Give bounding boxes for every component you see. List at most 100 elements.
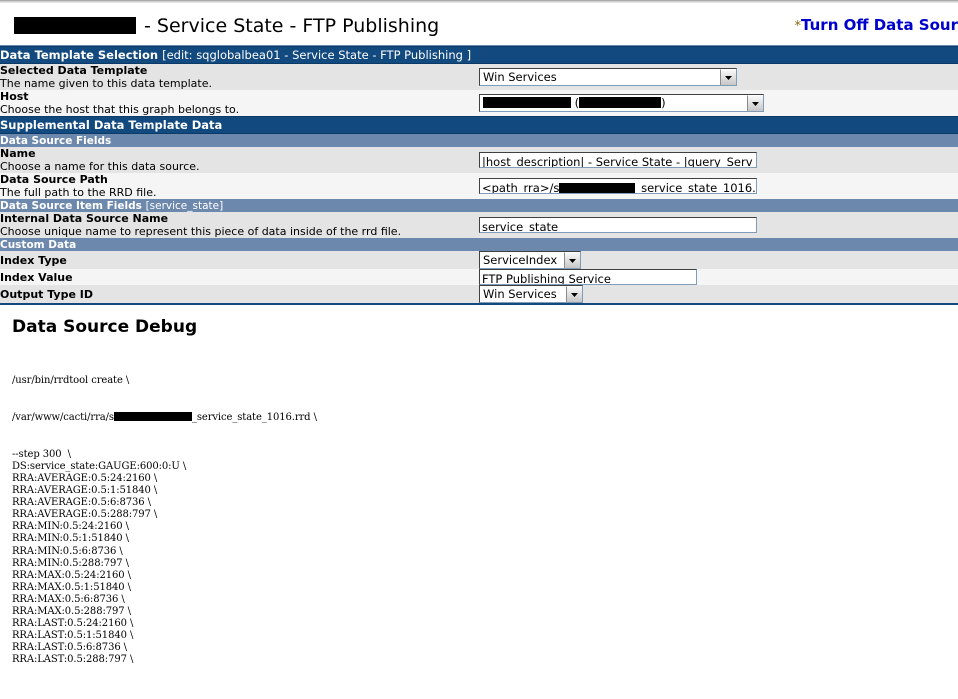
debug-line: RRA:MAX:0.5:1:51840 \ [12, 581, 131, 593]
field-label: Internal Data Source Name [0, 212, 169, 225]
field-description: The full path to the RRD file. [0, 186, 157, 199]
field-selected-data-template: Win Services [479, 63, 958, 90]
debug-line-list: --step 300 \ DS:service_state:GAUGE:600:0… [12, 449, 958, 667]
path-prefix: <path_rra>/s [482, 181, 560, 194]
section-subtitle: [edit: sqglobalbea01 - Service State - F… [162, 48, 472, 62]
field-description: Choose the host that this graph belongs … [0, 103, 240, 116]
field-label: Selected Data Template [0, 64, 148, 77]
debug-line-create: /usr/bin/rrdtool create \ [12, 375, 130, 387]
select-value: Win Services [483, 287, 557, 301]
subsection-title: Data Source Item Fields [0, 199, 142, 212]
field-label: Data Source Path [0, 173, 108, 186]
page-title: - Service State - FTP Publishing [14, 15, 439, 37]
row-index-type: Index Type ServiceIndex [0, 251, 958, 269]
subsection-title: Custom Data [0, 238, 77, 251]
field-label: Name [0, 147, 36, 160]
label-data-source-path: Data Source Path The full path to the RR… [0, 173, 479, 199]
field-description: Choose a name for this data source. [0, 160, 200, 173]
field-host: () [479, 90, 958, 117]
label-selected-data-template: Selected Data Template The name given to… [0, 63, 479, 90]
selected-data-template-select[interactable]: Win Services [479, 68, 737, 86]
label-output-type-id: Output Type ID [0, 285, 479, 303]
turn-off-data-source-label: Turn Off Data Sour [801, 16, 958, 34]
field-description: Choose unique name to represent this pie… [0, 225, 402, 238]
debug-output: /usr/bin/rrdtool create \ /var/www/cacti… [12, 351, 958, 691]
data-source-edit-form: Data Template Selection [edit: sqglobalb… [0, 45, 958, 305]
redacted-host-alias [579, 97, 662, 108]
debug-line: RRA:MIN:0.5:288:797 \ [12, 557, 129, 569]
label-index-type: Index Type [0, 251, 479, 269]
debug-line: RRA:MAX:0.5:288:797 \ [12, 605, 131, 617]
redacted-hostname [14, 17, 136, 34]
internal-data-source-name-input[interactable]: service_state [479, 217, 757, 233]
debug-line: RRA:AVERAGE:0.5:6:8736 \ [12, 497, 151, 509]
subsection-header-data-source-item-fields: Data Source Item Fields [service_state] [0, 199, 958, 212]
redacted-host-name [483, 97, 571, 108]
subsection-title: Data Source Fields [0, 134, 112, 147]
subsection-header-custom-data: Custom Data [0, 238, 958, 251]
field-label: Output Type ID [0, 287, 93, 301]
debug-line: RRA:AVERAGE:0.5:288:797 \ [12, 509, 158, 521]
debug-line: RRA:MAX:0.5:6:8736 \ [12, 593, 125, 605]
field-output-type-id: Win Services [479, 285, 958, 303]
row-output-type-id: Output Type ID Win Services [0, 285, 958, 303]
select-value: ServiceIndex [483, 253, 558, 267]
debug-line: RRA:LAST:0.5:6:8736 \ [12, 642, 127, 654]
row-name: Name Choose a name for this data source.… [0, 147, 958, 173]
turn-off-data-source-debug-link[interactable]: *Turn Off Data Sour [795, 16, 958, 34]
label-internal-data-source-name: Internal Data Source Name Choose unique … [0, 212, 479, 238]
debug-line: RRA:AVERAGE:0.5:1:51840 \ [12, 485, 158, 497]
debug-line: RRA:MIN:0.5:24:2160 \ [12, 521, 129, 533]
field-index-type: ServiceIndex [479, 251, 958, 269]
debug-line: RRA:MIN:0.5:1:51840 \ [12, 533, 129, 545]
chevron-down-icon [566, 286, 582, 302]
subsection-subtitle: [service_state] [145, 199, 224, 212]
label-host: Host Choose the host that this graph bel… [0, 90, 479, 117]
index-type-select[interactable]: ServiceIndex [479, 251, 581, 269]
page-title-text: - Service State - FTP Publishing [138, 15, 440, 37]
chevron-down-icon [747, 95, 763, 111]
data-source-name-input[interactable]: |host_description| - Service State - |qu… [479, 152, 757, 168]
section-header-data-template-selection: Data Template Selection [edit: sqglobalb… [0, 46, 958, 64]
section-title: Supplemental Data Template Data [0, 118, 223, 132]
chevron-down-icon [564, 252, 580, 268]
select-value: () [480, 95, 747, 111]
row-selected-data-template: Selected Data Template The name given to… [0, 63, 958, 90]
field-description: The name given to this data template. [0, 77, 212, 90]
data-source-path-input[interactable]: <path_rra>/s _service_state_1016. [479, 178, 757, 194]
select-value: Win Services [483, 70, 557, 84]
debug-line: RRA:LAST:0.5:1:51840 \ [12, 630, 134, 642]
redacted-debug-host [113, 412, 192, 422]
debug-line: RRA:LAST:0.5:24:2160 \ [12, 618, 134, 630]
row-index-value: Index Value FTP Publishing Service [0, 269, 958, 285]
field-label: Host [0, 90, 29, 103]
debug-line: RRA:AVERAGE:0.5:24:2160 \ [12, 472, 158, 484]
output-type-id-select[interactable]: Win Services [479, 285, 583, 303]
debug-path-suffix: _service_state_1016.rrd \ [191, 412, 317, 424]
debug-heading: Data Source Debug [12, 317, 198, 337]
field-data-source-path: <path_rra>/s _service_state_1016. [479, 173, 958, 199]
redacted-path-host [559, 183, 636, 193]
field-label: Index Value [0, 270, 73, 284]
row-internal-data-source-name: Internal Data Source Name Choose unique … [0, 212, 958, 238]
paren-close: ) [661, 96, 666, 110]
row-host: Host Choose the host that this graph bel… [0, 90, 958, 117]
row-data-source-path: Data Source Path The full path to the RR… [0, 173, 958, 199]
page-header: - Service State - FTP Publishing *Turn O… [0, 3, 958, 45]
debug-line: RRA:MIN:0.5:6:8736 \ [12, 545, 123, 557]
section-title: Data Template Selection [0, 48, 159, 62]
field-index-value: FTP Publishing Service [479, 269, 958, 285]
debug-line: --step 300 \ [12, 448, 71, 460]
form-table: Data Template Selection [edit: sqglobalb… [0, 46, 958, 303]
debug-line: RRA:LAST:0.5:288:797 \ [12, 654, 134, 666]
data-source-debug-section: Data Source Debug /usr/bin/rrdtool creat… [0, 305, 958, 691]
paren-open: ( [571, 96, 580, 110]
host-select[interactable]: () [479, 94, 764, 112]
field-name: |host_description| - Service State - |qu… [479, 147, 958, 173]
label-name: Name Choose a name for this data source. [0, 147, 479, 173]
index-value-input[interactable]: FTP Publishing Service [479, 269, 697, 285]
debug-path-prefix: /var/www/cacti/rra/s [12, 412, 114, 424]
debug-line: DS:service_state:GAUGE:600:0:U \ [12, 460, 187, 472]
label-index-value: Index Value [0, 269, 479, 285]
path-suffix: _service_state_1016. [635, 181, 756, 194]
